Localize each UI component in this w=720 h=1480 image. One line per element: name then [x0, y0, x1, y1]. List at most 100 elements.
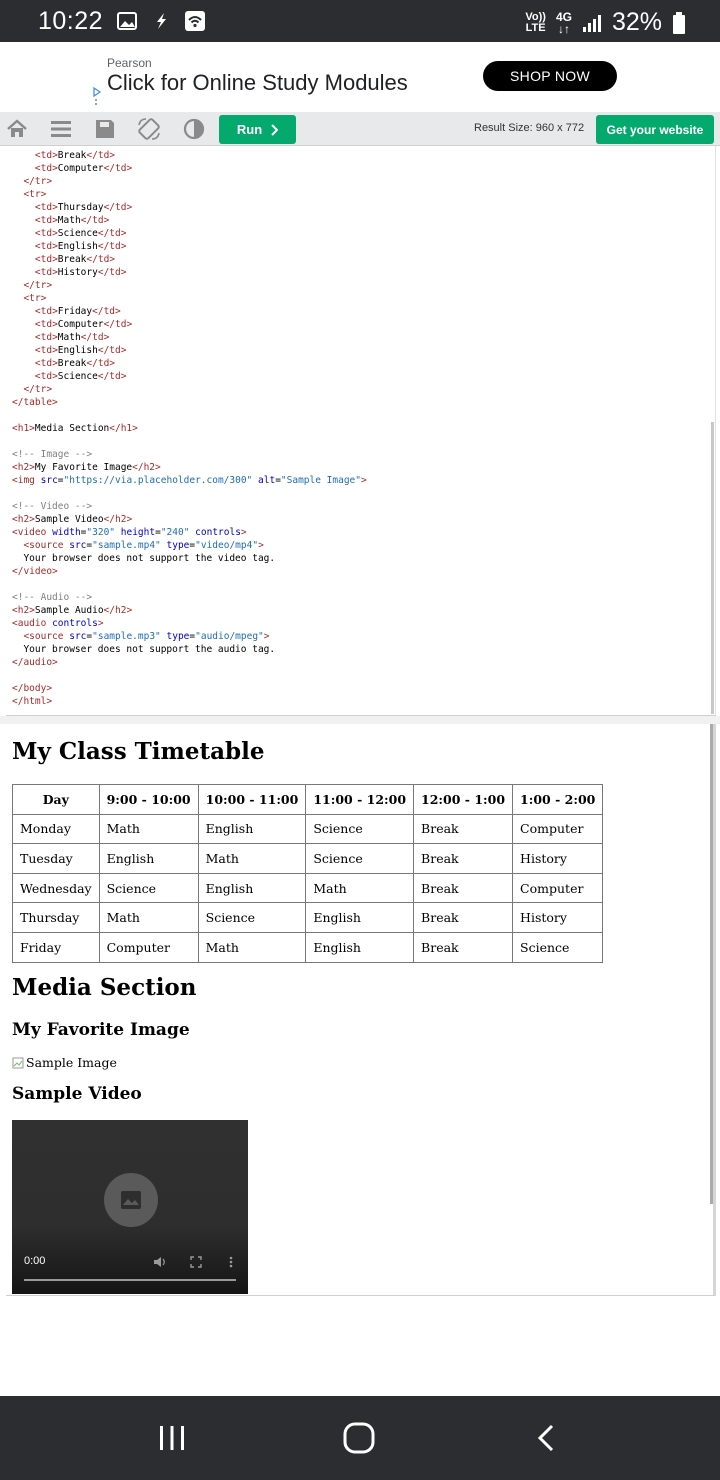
code-line[interactable]: <source src="sample.mp4" type="video/mp4…: [12, 539, 263, 552]
table-cell: Break: [413, 931, 514, 963]
code-line[interactable]: </table>: [12, 396, 58, 409]
code-line[interactable]: <!-- Video -->: [12, 500, 92, 513]
table-row: Wednesday Science English Math Break Computer: [12, 872, 604, 904]
navigation-bar: [0, 1396, 720, 1480]
code-line[interactable]: <td>Computer</td>: [12, 318, 132, 331]
code-line[interactable]: <td>Science</td>: [12, 370, 127, 383]
table-header-cell: Day: [12, 784, 100, 815]
shop-now-button[interactable]: SHOP NOW: [483, 61, 617, 91]
code-line[interactable]: <td>Computer</td>: [12, 162, 132, 175]
volume-icon[interactable]: [153, 1255, 167, 1269]
code-line[interactable]: </body>: [12, 682, 52, 695]
video-placeholder: [104, 1173, 158, 1227]
table-cell: Computer: [512, 813, 604, 845]
battery-percent: 32%: [611, 8, 662, 36]
table-cell: Break: [413, 872, 514, 904]
recent-apps-icon[interactable]: [152, 1418, 192, 1458]
rotate-icon[interactable]: [137, 117, 161, 141]
status-time: 10:22: [38, 7, 104, 35]
status-right: Vo)) LTE 4G ↓↑ 32%: [525, 8, 686, 37]
menu-icon[interactable]: [49, 117, 73, 141]
code-line[interactable]: Your browser does not support the audio …: [12, 643, 275, 656]
table-cell: Friday: [12, 931, 100, 963]
editor-scrollbar[interactable]: [711, 422, 714, 714]
home-icon[interactable]: [5, 117, 29, 141]
table-header-cell: 12:00 - 1:00: [413, 784, 514, 815]
panel-divider[interactable]: [0, 716, 720, 724]
code-line[interactable]: </tr>: [12, 279, 52, 292]
code-line[interactable]: <h1>Media Section</h1>: [12, 422, 138, 435]
code-line[interactable]: </tr>: [12, 175, 52, 188]
flash-icon: [157, 13, 166, 29]
code-line[interactable]: <!-- Audio -->: [12, 591, 92, 604]
ad-headline[interactable]: Click for Online Study Modules: [107, 70, 408, 96]
code-line[interactable]: Your browser does not support the video …: [12, 552, 275, 565]
code-line[interactable]: <td>Friday</td>: [12, 305, 121, 318]
code-line[interactable]: <audio controls>: [12, 617, 104, 630]
table-cell: Break: [413, 843, 514, 874]
ad-banner[interactable]: Pearson Click for Online Study Modules S…: [0, 42, 720, 112]
code-line[interactable]: <td>Break</td>: [12, 149, 115, 162]
volte-indicator: Vo)) LTE: [525, 10, 546, 34]
save-icon[interactable]: [93, 117, 117, 141]
code-line[interactable]: </html>: [12, 695, 52, 708]
code-line[interactable]: <td>Math</td>: [12, 214, 109, 227]
code-line[interactable]: <td>English</td>: [12, 240, 127, 253]
table-cell: English: [197, 872, 307, 904]
code-line[interactable]: <td>Math</td>: [12, 331, 109, 344]
contrast-icon[interactable]: [182, 117, 206, 141]
code-line[interactable]: <img src="https://via.placeholder.com/30…: [12, 474, 367, 487]
code-line[interactable]: <td>History</td>: [12, 266, 127, 279]
code-line[interactable]: <td>Science</td>: [12, 227, 127, 240]
back-icon[interactable]: [526, 1418, 566, 1458]
code-line[interactable]: <tr>: [12, 292, 46, 305]
fullscreen-icon[interactable]: [189, 1255, 203, 1269]
code-line[interactable]: <td>Thursday</td>: [12, 201, 132, 214]
adchoices-icon[interactable]: [92, 86, 102, 108]
table-cell: Science: [305, 813, 415, 845]
code-line[interactable]: <h2>Sample Video</h2>: [12, 513, 132, 526]
media-heading: Media Section: [12, 974, 197, 1001]
result-panel: My Class Timetable Day 9:00 - 10:00 10:00 …: [6, 724, 716, 1296]
run-button[interactable]: Run: [219, 115, 296, 144]
page-title: My Class Timetable: [12, 738, 265, 765]
network-indicator: 4G ↓↑: [555, 9, 572, 36]
timetable: Day 9:00 - 10:00 10:00 - 11:00 11:00 - 12:0…: [12, 784, 604, 963]
table-row: Thursday Math Science English Break History: [12, 902, 604, 933]
more-options-icon[interactable]: [224, 1255, 238, 1269]
result-scrollbar[interactable]: [710, 724, 713, 1204]
table-cell: Thursday: [12, 902, 100, 933]
ad-brand: Pearson: [107, 56, 152, 70]
code-line[interactable]: <video width="320" height="240" controls…: [12, 526, 247, 539]
code-editor[interactable]: <td>Break</td> <td>Computer</td> </tr> <…: [6, 146, 716, 716]
video-progress-bar[interactable]: [24, 1279, 236, 1281]
table-cell: Break: [413, 813, 514, 845]
table-cell: Monday: [12, 813, 100, 845]
table-header-cell: 10:00 - 11:00: [197, 784, 307, 815]
code-line[interactable]: <tr>: [12, 188, 46, 201]
code-line[interactable]: <!-- Image -->: [12, 448, 92, 461]
table-cell: Math: [197, 931, 307, 963]
code-line[interactable]: <source src="sample.mp3" type="audio/mpe…: [12, 630, 269, 643]
code-line[interactable]: <h2>Sample Audio</h2>: [12, 604, 132, 617]
table-cell: Tuesday: [12, 843, 100, 874]
broken-image: Sample Image: [12, 1055, 117, 1070]
home-button-icon[interactable]: [339, 1418, 379, 1458]
video-heading: Sample Video: [12, 1084, 142, 1104]
code-line[interactable]: </tr>: [12, 383, 52, 396]
get-website-button[interactable]: Get your website: [596, 115, 714, 144]
table-cell: History: [512, 902, 604, 933]
code-line[interactable]: <td>Break</td>: [12, 357, 115, 370]
code-line[interactable]: <td>English</td>: [12, 344, 127, 357]
code-line[interactable]: </video>: [12, 565, 58, 578]
table-cell: Science: [512, 931, 604, 963]
wifi-box-icon: [185, 11, 205, 31]
code-line[interactable]: <h2>My Favorite Image</h2>: [12, 461, 161, 474]
video-player[interactable]: 0:00: [12, 1120, 248, 1294]
table-cell: Science: [305, 843, 415, 874]
code-line[interactable]: <td>Break</td>: [12, 253, 115, 266]
editor-toolbar: Run Result Size: 960 x 772 Get your webs…: [0, 112, 720, 146]
code-line[interactable]: </audio>: [12, 656, 58, 669]
table-row: Friday Computer Math English Break Science: [12, 931, 604, 963]
table-cell: History: [512, 843, 604, 874]
